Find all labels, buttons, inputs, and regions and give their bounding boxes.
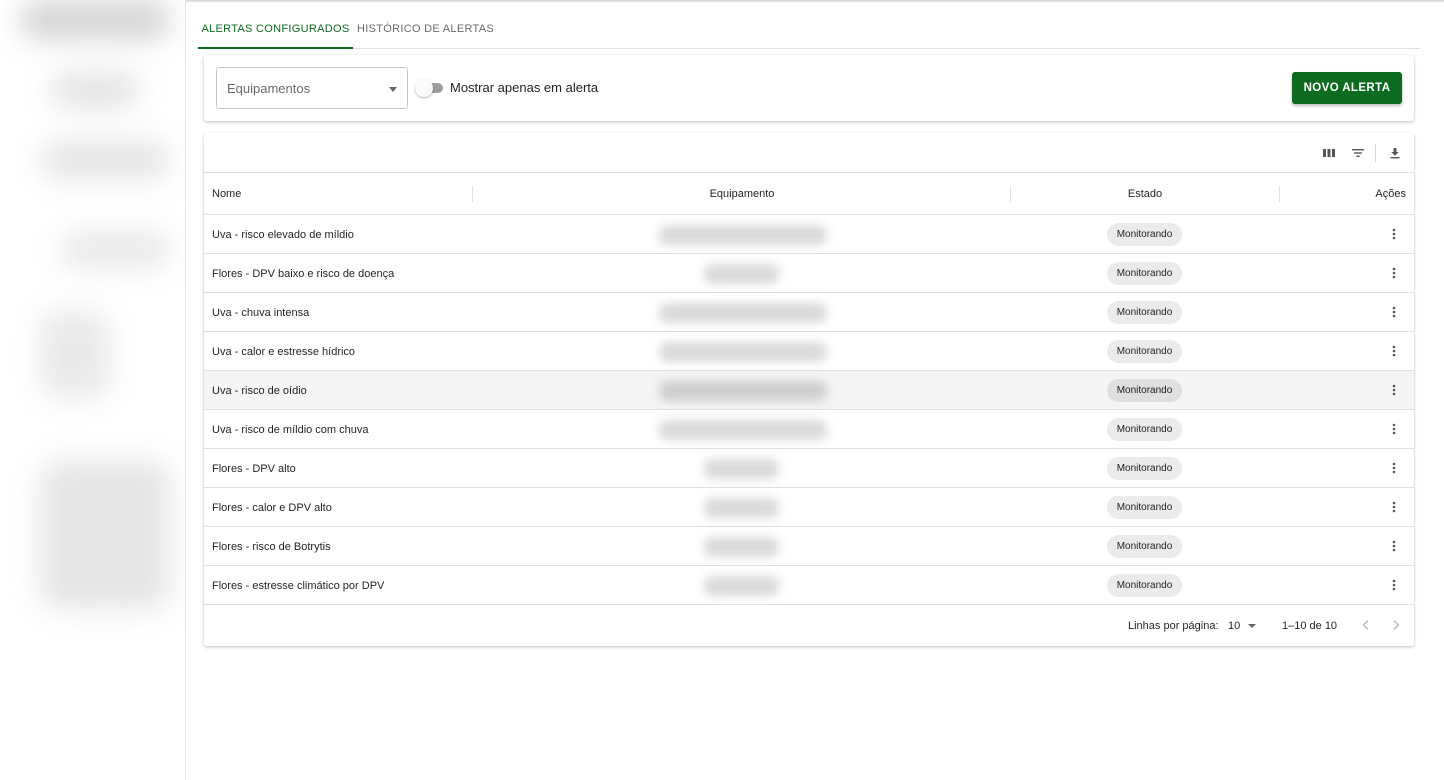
alert-name: Flores - DPV baixo e risco de doença	[212, 267, 395, 280]
tab-label: ALERTAS CONFIGURADOS	[201, 23, 350, 35]
equipment-redacted	[704, 537, 779, 557]
caret-down-icon	[389, 87, 397, 92]
caret-down-icon	[1248, 623, 1257, 628]
status-badge: Monitorando	[1107, 262, 1182, 285]
status-badge: Monitorando	[1107, 301, 1182, 324]
alert-name: Flores - DPV alto	[212, 462, 296, 475]
sidebar-blurred-content	[40, 310, 110, 400]
table-row[interactable]: Uva - risco elevado de míldio Monitorand…	[204, 215, 1414, 254]
equipment-redacted	[659, 342, 827, 362]
tab-bar: ALERTAS CONFIGURADOS HISTÓRICO DE ALERTA…	[198, 10, 1420, 49]
column-header-equipment[interactable]: Equipamento	[473, 173, 1011, 214]
table-row[interactable]: Flores - calor e DPV alto Monitorando	[204, 488, 1414, 527]
table-pagination: Linhas por página: 10 1–10 de 10	[204, 605, 1414, 646]
tab-alert-history[interactable]: HISTÓRICO DE ALERTAS	[353, 10, 498, 48]
table-row[interactable]: Uva - calor e estresse hídrico Monitoran…	[204, 332, 1414, 371]
more-vert-icon[interactable]	[1386, 499, 1402, 515]
alert-name: Uva - calor e estresse hídrico	[212, 345, 356, 358]
table-toolbar	[204, 133, 1414, 173]
toggle-thumb	[415, 79, 433, 97]
table-row[interactable]: Uva - chuva intensa Monitorando	[204, 293, 1414, 332]
rows-per-page-label: Linhas por página:	[1128, 619, 1219, 632]
status-badge: Monitorando	[1107, 223, 1182, 246]
status-badge: Monitorando	[1107, 535, 1182, 558]
alert-name: Flores - calor e DPV alto	[212, 501, 332, 514]
sidebar-blurred-content	[60, 230, 170, 270]
rows-per-page-select[interactable]: 10	[1228, 605, 1257, 646]
more-vert-icon[interactable]	[1386, 460, 1402, 476]
equipment-select-placeholder: Equipamentos	[227, 80, 311, 96]
top-shadow	[186, 0, 1444, 3]
alert-name: Uva - risco elevado de míldio	[212, 228, 354, 241]
previous-page-icon[interactable]	[1358, 617, 1374, 633]
equipment-select[interactable]: Equipamentos	[216, 67, 408, 109]
table-row[interactable]: Uva - risco de oídio Monitorando	[204, 371, 1414, 410]
sidebar	[0, 0, 186, 780]
sidebar-blurred-content	[50, 70, 140, 110]
download-icon[interactable]	[1387, 145, 1403, 161]
status-badge: Monitorando	[1107, 457, 1182, 480]
more-vert-icon[interactable]	[1386, 421, 1402, 437]
rows-per-page-value: 10	[1228, 619, 1241, 632]
new-alert-button[interactable]: NOVO ALERTA	[1292, 72, 1402, 104]
more-vert-icon[interactable]	[1386, 265, 1402, 281]
equipment-redacted	[704, 459, 779, 479]
alert-name: Uva - risco de oídio	[212, 384, 307, 397]
more-vert-icon[interactable]	[1386, 538, 1402, 554]
only-alerting-toggle[interactable]	[415, 79, 443, 97]
sidebar-blurred-content	[20, 0, 170, 40]
status-badge: Monitorando	[1107, 496, 1182, 519]
more-vert-icon[interactable]	[1386, 226, 1402, 242]
table-row[interactable]: Uva - risco de míldio com chuva Monitora…	[204, 410, 1414, 449]
view-columns-icon[interactable]	[1321, 145, 1337, 161]
toolbar-divider	[1375, 144, 1376, 162]
equipment-redacted	[659, 420, 827, 440]
alert-name: Flores - estresse climático por DPV	[212, 579, 385, 592]
filter-icon[interactable]	[1350, 145, 1366, 161]
column-header-status[interactable]: Estado	[1011, 173, 1279, 214]
only-alerting-label: Mostrar apenas em alerta	[450, 80, 599, 95]
alerts-table: Nome Equipamento Estado Ações Uva - risc…	[204, 133, 1414, 646]
equipment-redacted	[704, 498, 779, 518]
status-badge: Monitorando	[1107, 574, 1182, 597]
next-page-icon[interactable]	[1388, 617, 1404, 633]
status-badge: Monitorando	[1107, 340, 1182, 363]
equipment-redacted	[659, 225, 827, 245]
table-row[interactable]: Flores - DPV alto Monitorando	[204, 449, 1414, 488]
tab-label: HISTÓRICO DE ALERTAS	[356, 23, 494, 35]
more-vert-icon[interactable]	[1386, 382, 1402, 398]
more-vert-icon[interactable]	[1386, 343, 1402, 359]
table-row[interactable]: Flores - estresse climático por DPV Moni…	[204, 566, 1414, 605]
sidebar-blurred-content	[40, 140, 170, 180]
column-header-name[interactable]: Nome	[212, 173, 241, 214]
filter-card: Equipamentos Mostrar apenas em alerta NO…	[204, 55, 1414, 121]
alert-name: Uva - chuva intensa	[212, 306, 310, 319]
equipment-redacted	[704, 264, 779, 284]
equipment-redacted	[704, 576, 779, 596]
column-separator[interactable]	[1279, 186, 1280, 202]
table-row[interactable]: Flores - risco de Botrytis Monitorando	[204, 527, 1414, 566]
sidebar-blurred-content	[40, 460, 170, 610]
more-vert-icon[interactable]	[1386, 577, 1402, 593]
pagination-range: 1–10 de 10	[1282, 619, 1338, 632]
column-header-actions: Ações	[1375, 187, 1406, 200]
status-badge: Monitorando	[1107, 379, 1182, 402]
alert-name: Flores - risco de Botrytis	[212, 540, 331, 553]
equipment-redacted	[659, 303, 827, 323]
more-vert-icon[interactable]	[1386, 304, 1402, 320]
table-row[interactable]: Flores - DPV baixo e risco de doença Mon…	[204, 254, 1414, 293]
equipment-redacted	[659, 381, 827, 401]
alert-name: Uva - risco de míldio com chuva	[212, 423, 369, 436]
status-badge: Monitorando	[1107, 418, 1182, 441]
table-header: Nome Equipamento Estado Ações	[204, 173, 1414, 215]
tab-configured-alerts[interactable]: ALERTAS CONFIGURADOS	[198, 10, 353, 49]
